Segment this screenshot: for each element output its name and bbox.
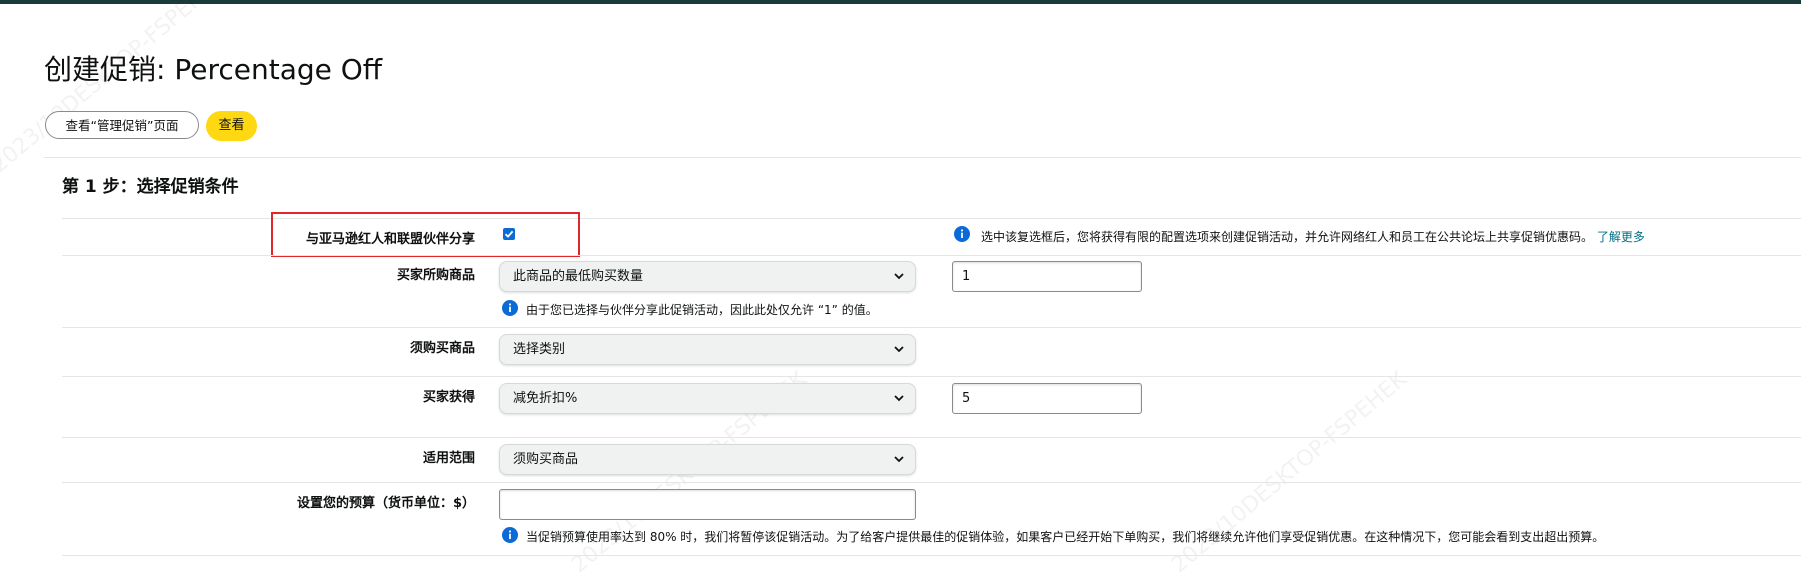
row-divider xyxy=(62,376,1801,377)
divider xyxy=(44,157,1801,158)
chevron-down-icon xyxy=(894,346,904,353)
buyer-gets-label: 买家获得 xyxy=(422,390,475,405)
budget-note: 当促销预算使用率达到 80% 时，我们将暂停该促销活动。为了给客户提供最佳的促销… xyxy=(526,530,1605,544)
learn-more-link[interactable]: 了解更多 xyxy=(1597,230,1645,244)
purchased-items-select-value: 选择类别 xyxy=(513,342,566,357)
info-icon xyxy=(502,527,518,543)
buyer-gets-select[interactable]: 减免折扣% xyxy=(499,383,916,414)
share-info-text: 选中该复选框后，您将获得有限的配置选项来创建促销活动，并允许网络红人和员工在公共… xyxy=(981,228,1645,245)
budget-label: 设置您的预算（货币单位：$） xyxy=(296,496,475,511)
chevron-down-icon xyxy=(894,456,904,463)
buyer-gets-select-value: 减免折扣% xyxy=(513,391,578,406)
watermark: 2023/10DESKTOP-FSPEHEK xyxy=(1166,366,1412,578)
step-title: 第 1 步：选择促销条件 xyxy=(62,177,239,197)
watermark: 2023/10DESKTOP-FSPEHEK xyxy=(0,0,232,179)
applies-to-label: 适用范围 xyxy=(422,451,475,466)
view-manage-promotions-button[interactable]: 查看“管理促销”页面 xyxy=(45,111,199,139)
buyer-purchases-select[interactable]: 此商品的最低购买数量 xyxy=(499,261,916,292)
budget-input[interactable] xyxy=(499,489,916,520)
page-title: 创建促销: Percentage Off xyxy=(44,53,383,86)
purchased-items-select[interactable]: 选择类别 xyxy=(499,334,916,365)
buyer-purchases-note: 由于您已选择与伙伴分享此促销活动，因此此处仅允许 “1” 的值。 xyxy=(526,303,878,317)
row-divider xyxy=(62,555,1801,556)
chevron-down-icon xyxy=(894,395,904,402)
purchased-items-label: 须购买商品 xyxy=(409,341,475,356)
row-divider xyxy=(62,327,1801,328)
share-checkbox[interactable] xyxy=(503,228,515,240)
buyer-purchases-quantity-input[interactable]: 1 xyxy=(952,261,1142,292)
info-icon xyxy=(502,300,518,316)
top-bar xyxy=(0,0,1801,4)
buyer-purchases-select-value: 此商品的最低购买数量 xyxy=(513,269,644,284)
checkmark-icon xyxy=(504,230,514,238)
view-button[interactable]: 查看 xyxy=(206,111,257,141)
info-icon xyxy=(954,226,970,242)
discount-percent-input[interactable]: 5 xyxy=(952,383,1142,414)
applies-to-select[interactable]: 须购买商品 xyxy=(499,444,916,475)
row-divider xyxy=(62,437,1801,438)
chevron-down-icon xyxy=(894,273,904,280)
buyer-purchases-label: 买家所购商品 xyxy=(396,268,475,283)
row-divider xyxy=(62,255,1801,256)
share-label: 与亚马逊红人和联盟伙伴分享 xyxy=(305,232,475,247)
applies-to-select-value: 须购买商品 xyxy=(513,452,579,467)
share-info: 选中该复选框后，您将获得有限的配置选项来创建促销活动，并允许网络红人和员工在公共… xyxy=(981,230,1594,244)
row-divider xyxy=(62,482,1801,483)
